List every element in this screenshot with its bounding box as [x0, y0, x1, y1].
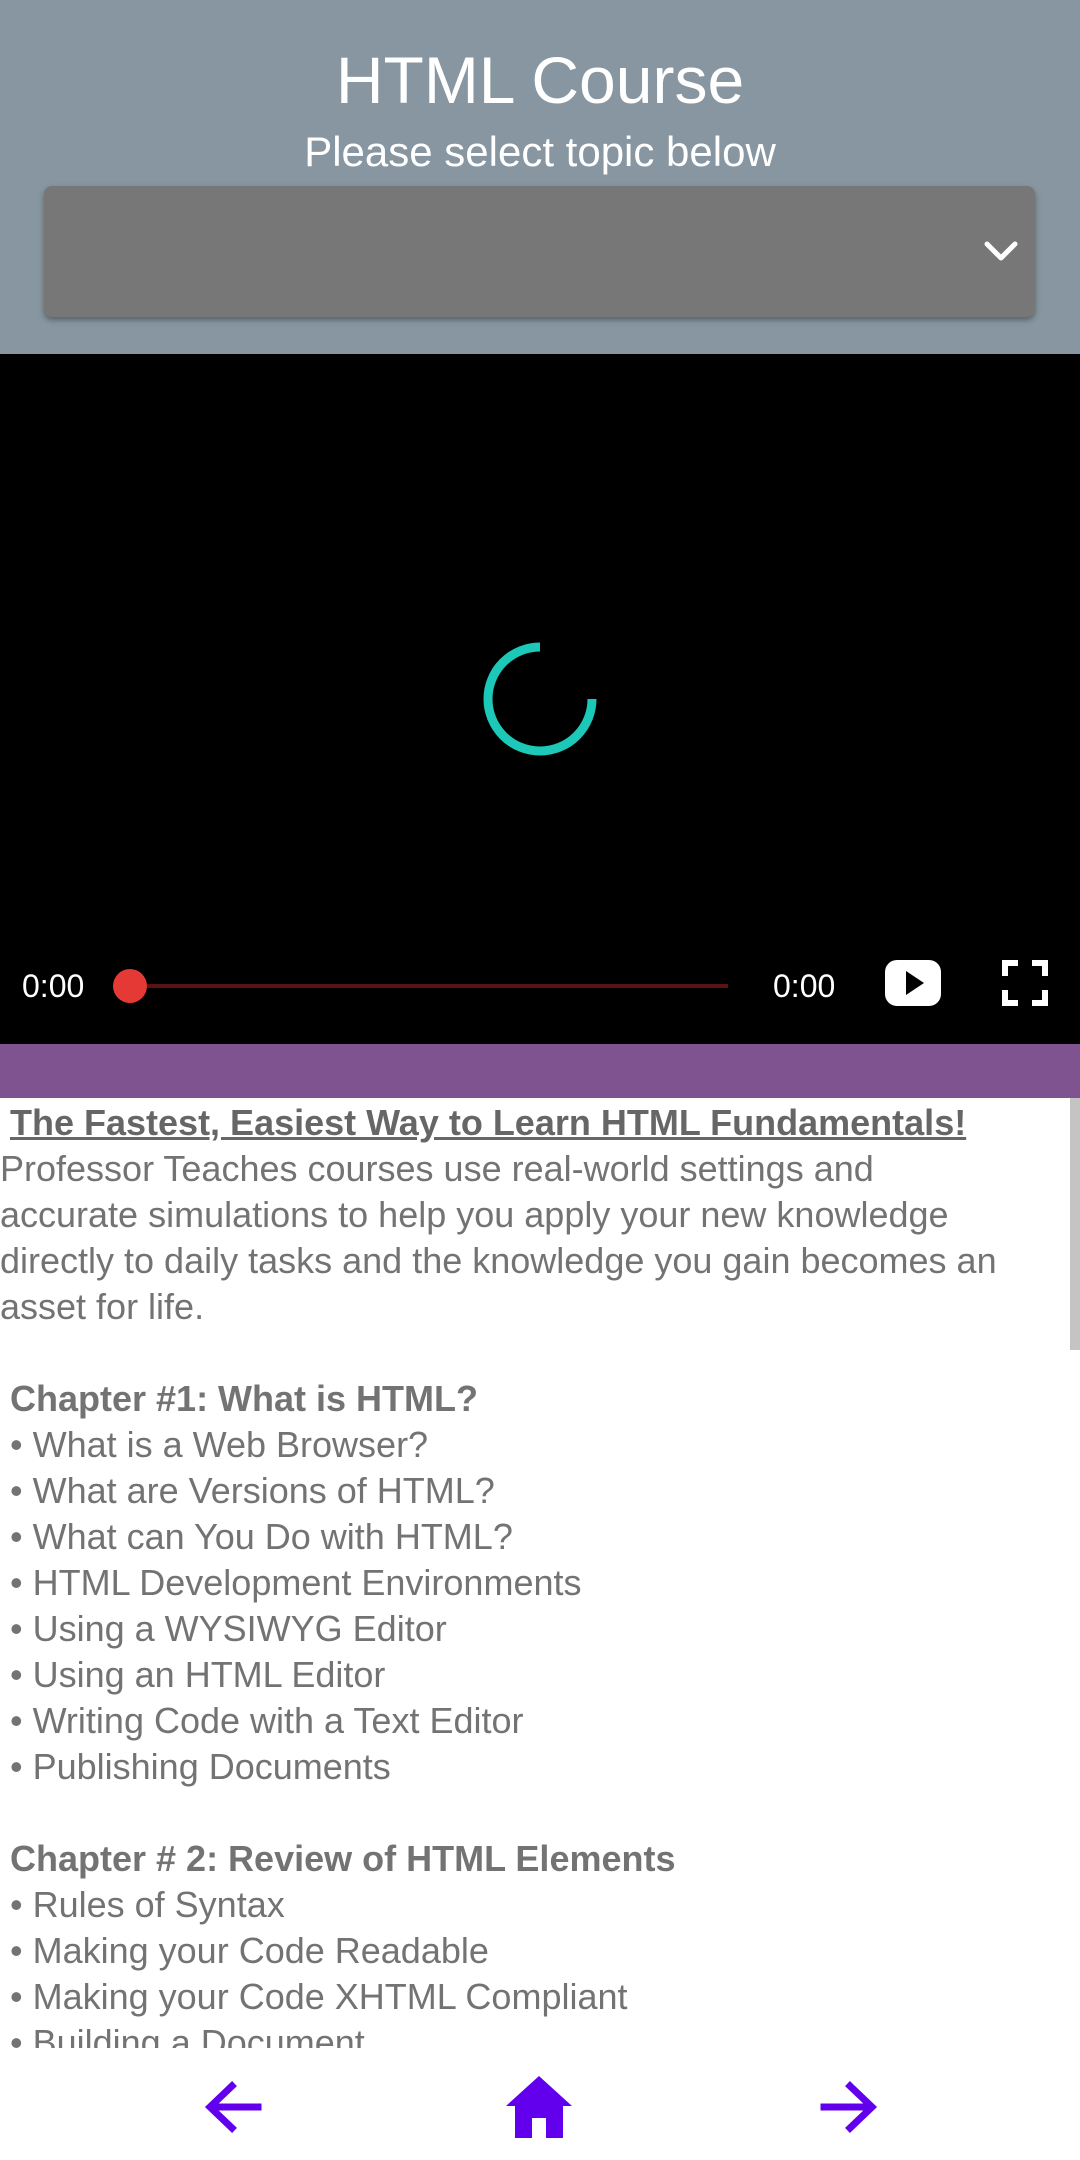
loading-spinner-icon — [483, 642, 597, 756]
chapter-item: • What can You Do with HTML? — [10, 1516, 513, 1557]
arrow-left-icon[interactable] — [198, 2072, 268, 2142]
seek-thumb[interactable] — [113, 969, 147, 1003]
content-scrollbar[interactable] — [1070, 1098, 1080, 1350]
intro-line: Professor Teaches courses use real-world… — [0, 1148, 874, 1189]
chapter-item: • Publishing Documents — [10, 1746, 391, 1787]
arrow-right-icon[interactable] — [814, 2072, 884, 2142]
chapter-item: • Making your Code Readable — [10, 1930, 489, 1971]
chapter-item: • Using an HTML Editor — [10, 1654, 386, 1695]
chapter-item: • Building a Document — [10, 2022, 365, 2048]
page-title: HTML Course — [335, 43, 745, 117]
intro-line: asset for life. — [0, 1286, 205, 1327]
page-subtitle: Please select topic below — [304, 128, 776, 175]
intro-line: accurate simulations to help you apply y… — [0, 1194, 949, 1235]
chapter-item: • HTML Development Environments — [10, 1562, 582, 1603]
chapter-item: • Rules of Syntax — [10, 1884, 285, 1925]
video-player[interactable]: 0:00 0:00 — [0, 354, 1080, 1044]
chevron-down-icon — [984, 241, 1018, 261]
fullscreen-icon[interactable] — [1002, 960, 1048, 1006]
duration: 0:00 — [773, 968, 836, 1004]
chapter-item: • What are Versions of HTML? — [10, 1470, 495, 1511]
accent-band — [0, 1044, 1080, 1098]
chapter-title: Chapter #1: What is HTML? — [10, 1378, 479, 1419]
current-time: 0:00 — [22, 968, 85, 1004]
play-icon[interactable] — [883, 958, 943, 1008]
chapter-item: • Using a WYSIWYG Editor — [10, 1608, 447, 1649]
chapter-item: • Making your Code XHTML Compliant — [10, 1976, 628, 2017]
topic-select[interactable] — [44, 186, 1035, 317]
course-headline-link[interactable]: The Fastest, Easiest Way to Learn HTML F… — [0, 1100, 1080, 1146]
app-header: HTML Course Please select topic below — [0, 0, 1080, 354]
home-icon[interactable] — [504, 2072, 574, 2142]
chapter-item: • Writing Code with a Text Editor — [10, 1700, 524, 1741]
intro-line: directly to daily tasks and the knowledg… — [0, 1240, 997, 1281]
seek-bar[interactable] — [130, 984, 728, 988]
course-description[interactable]: The Fastest, Easiest Way to Learn HTML F… — [0, 1098, 1080, 2048]
chapter-item: • What is a Web Browser? — [10, 1424, 429, 1465]
bottom-navigation — [0, 2048, 1080, 2160]
chapter-title: Chapter # 2: Review of HTML Elements — [10, 1838, 676, 1879]
